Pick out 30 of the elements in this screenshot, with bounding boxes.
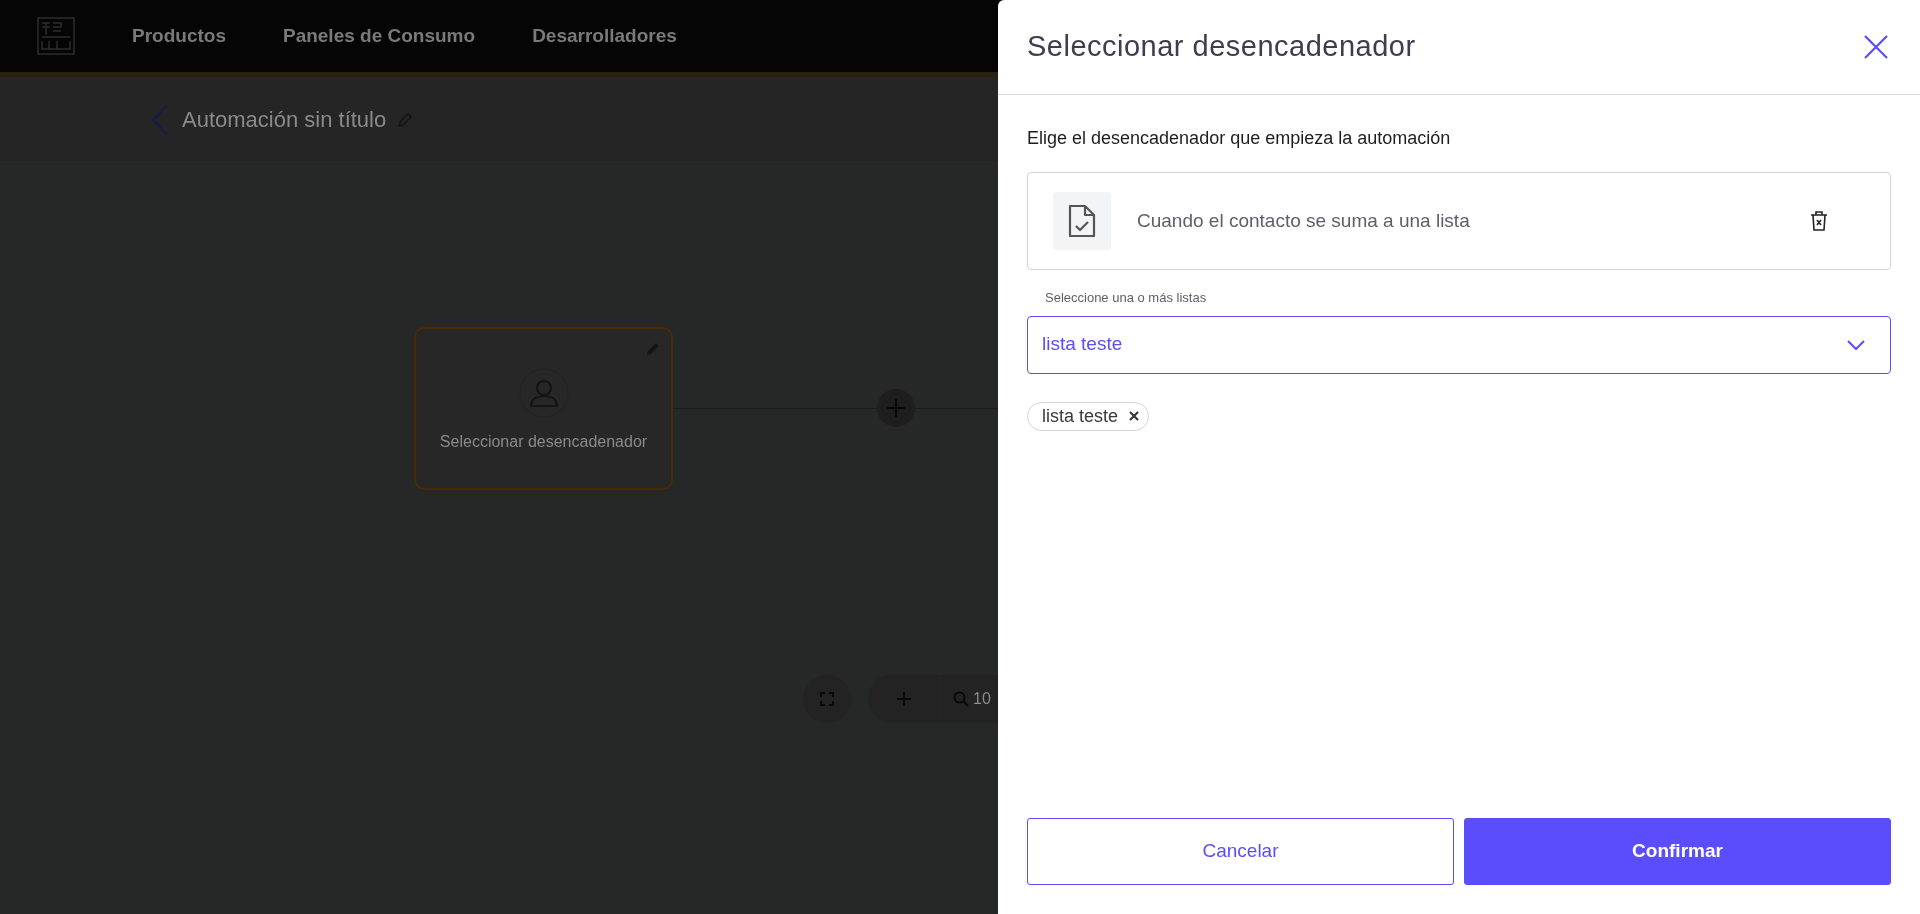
- close-button[interactable]: [1862, 33, 1890, 61]
- search-icon: [953, 691, 969, 707]
- panel-subtitle: Elige el desencadenador que empieza la automación: [1027, 127, 1452, 150]
- zoom-level: 10: [973, 689, 992, 709]
- chip-label: lista teste: [1042, 404, 1119, 428]
- delete-button[interactable]: [1810, 210, 1830, 232]
- automation-title: Automación sin título: [182, 106, 387, 134]
- confirm-button[interactable]: Confirmar: [1464, 818, 1891, 885]
- document-check-icon: [1053, 192, 1111, 250]
- fullscreen-icon: [820, 692, 834, 706]
- close-icon: [1864, 35, 1888, 59]
- nav-link[interactable]: Productos: [132, 21, 226, 51]
- chevron-down-icon: [1847, 339, 1865, 350]
- cancel-button[interactable]: Cancelar: [1027, 818, 1454, 885]
- nav-link[interactable]: Paneles de Consumo: [282, 21, 476, 51]
- logo-icon: [37, 17, 75, 55]
- plus-icon: [897, 692, 911, 706]
- remove-chip-button[interactable]: [1128, 410, 1141, 422]
- nav-link[interactable]: Desarrolladores: [532, 21, 677, 51]
- trash-icon: [1810, 211, 1828, 231]
- panel-title: Seleccionar desencadenador: [1027, 29, 1416, 65]
- close-icon: [1128, 410, 1141, 422]
- list-select[interactable]: lista teste: [1027, 315, 1891, 374]
- trigger-node[interactable]: Seleccionar desencadenador: [414, 327, 673, 490]
- add-step-button[interactable]: [877, 389, 915, 427]
- back-icon[interactable]: [150, 102, 170, 137]
- trigger-label: Cuando el contacto se suma a una lista: [1137, 208, 1471, 233]
- fullscreen-button[interactable]: [803, 675, 851, 723]
- field-label: Seleccione una o más listas: [1045, 289, 1208, 307]
- node-label: Seleccionar desencadenador: [439, 432, 648, 452]
